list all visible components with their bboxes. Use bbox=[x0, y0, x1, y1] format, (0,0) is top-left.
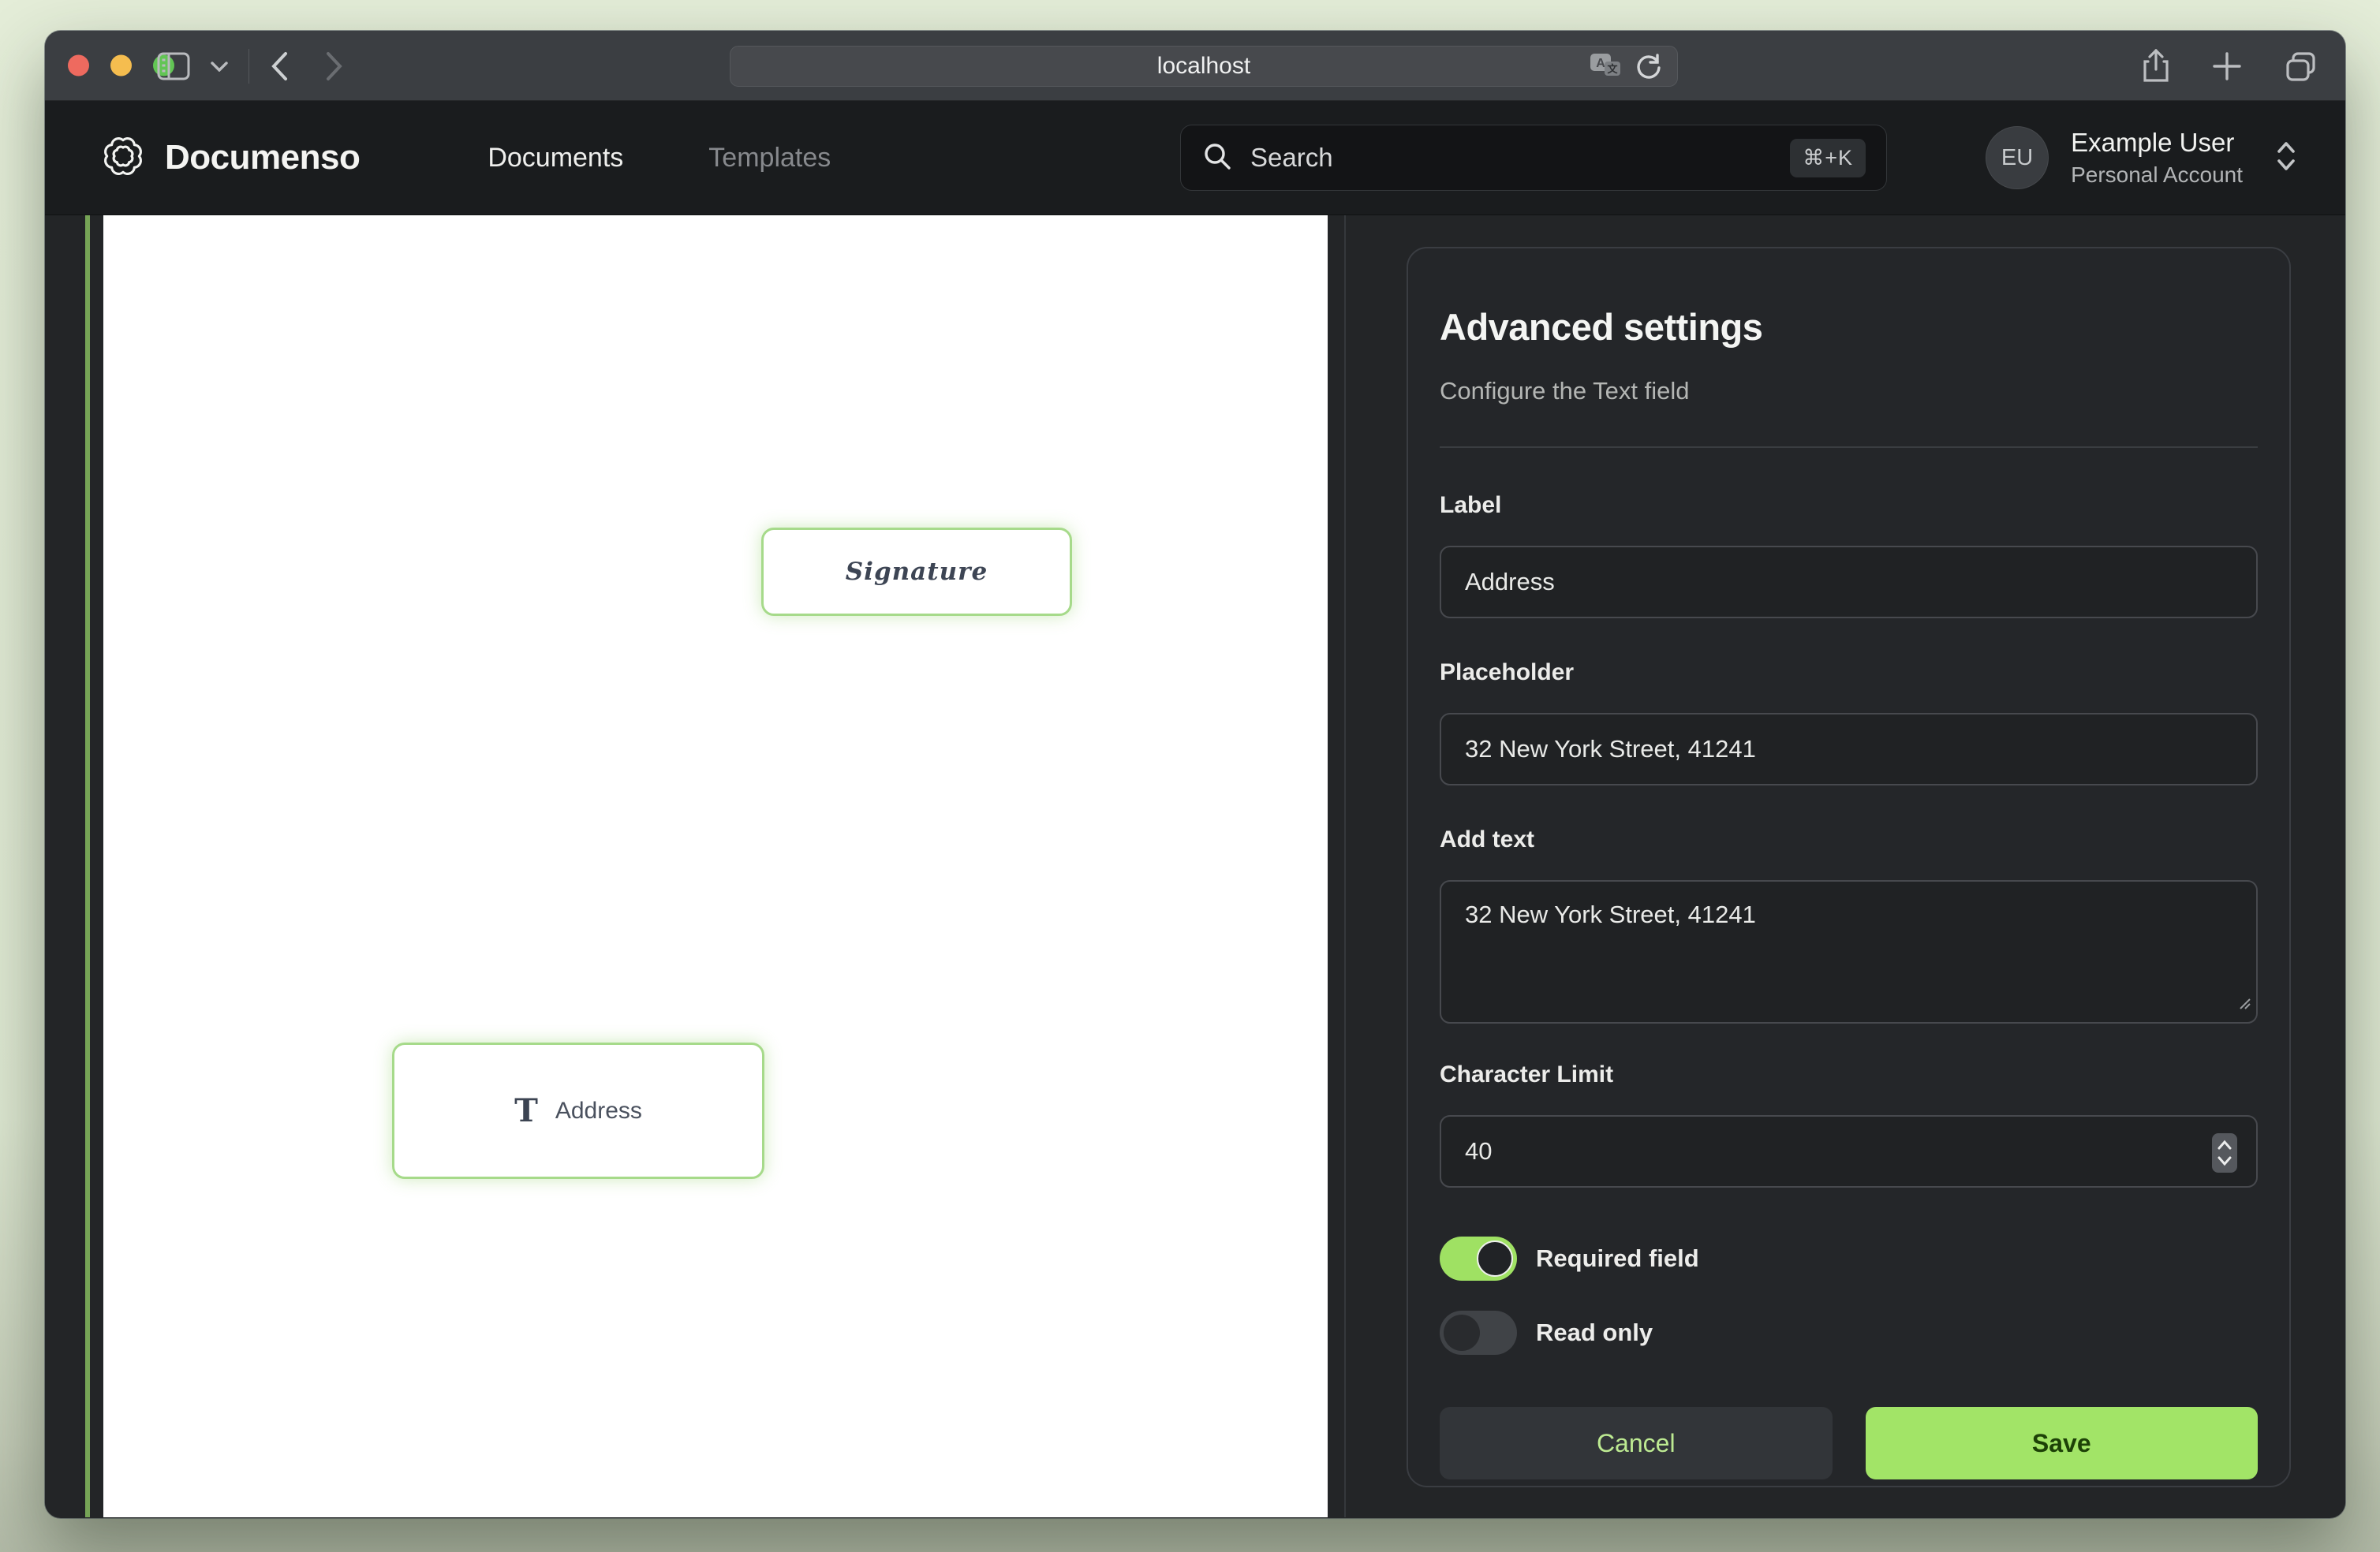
add-text-field-label: Add text bbox=[1440, 826, 2258, 853]
address-bar[interactable]: localhost A 文 bbox=[730, 46, 1678, 87]
save-button[interactable]: Save bbox=[1866, 1407, 2259, 1479]
share-icon[interactable] bbox=[2142, 49, 2170, 84]
avatar: EU bbox=[1986, 126, 2049, 189]
read-only-row: Read only bbox=[1440, 1311, 2258, 1355]
required-field-toggle[interactable] bbox=[1440, 1237, 1517, 1281]
page-accent-line bbox=[85, 215, 90, 1517]
nav-templates[interactable]: Templates bbox=[708, 143, 831, 173]
reload-icon[interactable] bbox=[1635, 52, 1663, 80]
sidebar-menu-chevron-icon[interactable] bbox=[211, 61, 228, 72]
brand[interactable]: Documenso bbox=[100, 133, 360, 183]
required-field-label: Required field bbox=[1536, 1244, 1699, 1273]
text-field-address[interactable]: T Address bbox=[392, 1043, 764, 1179]
documenso-logo-icon bbox=[100, 133, 146, 183]
user-menu[interactable]: EU Example User Personal Account bbox=[1986, 126, 2298, 189]
translate-icon[interactable]: A 文 bbox=[1589, 52, 1623, 80]
svg-text:A: A bbox=[1596, 57, 1605, 70]
main-content: Signature T Address Advanced settings Co… bbox=[45, 215, 2345, 1517]
label-input[interactable] bbox=[1440, 546, 2258, 618]
chevron-up-down-icon bbox=[2274, 139, 2298, 177]
browser-toolbar: localhost A 文 bbox=[45, 31, 2345, 101]
placeholder-field-label: Placeholder bbox=[1440, 659, 2258, 686]
panel-subtitle: Configure the Text field bbox=[1440, 377, 2258, 405]
search-shortcut-badge: ⌘+K bbox=[1790, 139, 1866, 177]
number-stepper[interactable] bbox=[2212, 1133, 2237, 1173]
sidebar-toggle-icon[interactable] bbox=[157, 52, 190, 80]
toolbar-separator bbox=[248, 49, 249, 84]
character-limit-field-label: Character Limit bbox=[1440, 1061, 2258, 1088]
toggle-knob bbox=[1444, 1315, 1480, 1351]
content-divider bbox=[1344, 215, 1346, 1517]
minimize-window-button[interactable] bbox=[110, 55, 132, 76]
user-name: Example User bbox=[2071, 128, 2243, 158]
toggle-knob bbox=[1477, 1240, 1513, 1277]
required-field-row: Required field bbox=[1440, 1237, 2258, 1281]
cancel-button[interactable]: Cancel bbox=[1440, 1407, 1833, 1479]
search-placeholder: Search bbox=[1250, 143, 1790, 173]
text-type-icon: T bbox=[514, 1095, 538, 1127]
textarea-resize-handle[interactable] bbox=[2236, 994, 2251, 1014]
read-only-label: Read only bbox=[1536, 1319, 1653, 1347]
signature-field[interactable]: Signature bbox=[761, 528, 1072, 616]
forward-button-icon[interactable] bbox=[325, 50, 344, 82]
main-nav: Documents Templates bbox=[488, 143, 831, 173]
placeholder-input[interactable] bbox=[1440, 713, 2258, 785]
add-text-textarea[interactable]: 32 New York Street, 41241 bbox=[1440, 880, 2258, 1024]
user-account-type: Personal Account bbox=[2071, 162, 2243, 188]
url-text: localhost bbox=[1157, 53, 1250, 80]
screenshot-stage: localhost A 文 bbox=[0, 0, 2380, 1552]
new-tab-icon[interactable] bbox=[2211, 50, 2243, 82]
app-header: Documenso Documents Templates Search ⌘+K… bbox=[45, 101, 2345, 215]
toolbar-left-icons bbox=[157, 31, 344, 101]
label-field-label: Label bbox=[1440, 492, 2258, 519]
browser-window: localhost A 文 bbox=[45, 31, 2345, 1518]
back-button-icon[interactable] bbox=[270, 50, 289, 82]
panel-actions: Cancel Save bbox=[1440, 1407, 2258, 1479]
search-icon bbox=[1201, 140, 1233, 176]
close-window-button[interactable] bbox=[68, 55, 89, 76]
search-input[interactable]: Search ⌘+K bbox=[1180, 125, 1887, 191]
svg-text:文: 文 bbox=[1607, 63, 1618, 75]
nav-documents[interactable]: Documents bbox=[488, 143, 623, 173]
read-only-toggle[interactable] bbox=[1440, 1311, 1517, 1355]
character-limit-input[interactable] bbox=[1440, 1115, 2258, 1188]
brand-name: Documenso bbox=[165, 138, 360, 177]
panel-title: Advanced settings bbox=[1440, 305, 2258, 349]
signature-field-label: Signature bbox=[846, 558, 988, 586]
advanced-settings-panel: Advanced settings Configure the Text fie… bbox=[1407, 247, 2291, 1487]
toolbar-right-icons bbox=[2142, 31, 2318, 101]
text-field-label: Address bbox=[555, 1098, 642, 1125]
tab-overview-icon[interactable] bbox=[2284, 50, 2318, 82]
document-page: Signature T Address bbox=[103, 215, 1328, 1517]
panel-divider bbox=[1440, 446, 2258, 448]
